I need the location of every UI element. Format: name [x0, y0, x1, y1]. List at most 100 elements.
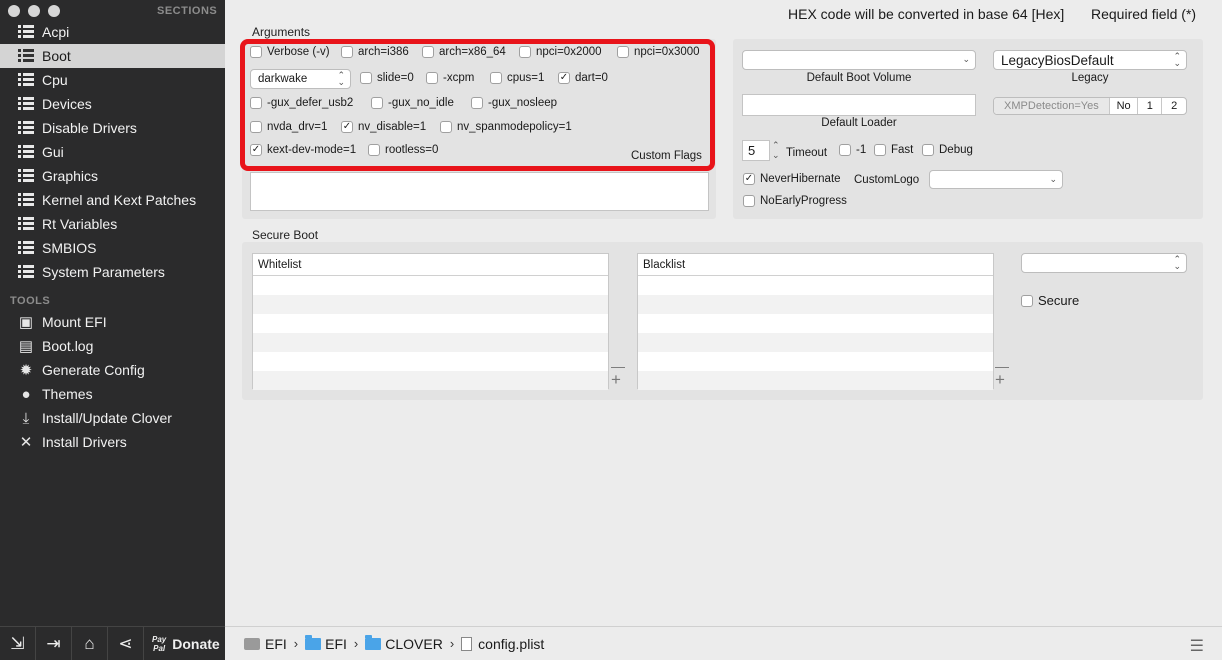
list-icon [17, 216, 35, 232]
document-icon [461, 636, 473, 651]
window-close-button[interactable] [8, 5, 20, 17]
path-separator: › [449, 636, 455, 651]
xmp-detection-label: XMPDetection=Yes [994, 98, 1110, 114]
table-row [638, 333, 993, 352]
path-separator: › [353, 636, 359, 651]
list-icon [17, 264, 35, 280]
timeout-input[interactable]: 5 [742, 140, 770, 161]
sidebar-item-label: Cpu [42, 72, 68, 88]
blacklist-header: Blacklist [638, 254, 993, 276]
gear-icon: ✹ [19, 362, 33, 379]
checkbox[interactable] [839, 144, 851, 156]
share-icon[interactable]: ⋖ [108, 626, 144, 660]
tools-icon: ✕ [19, 434, 33, 451]
tool-themes[interactable]: ● Themes [0, 382, 225, 406]
blacklist-add-button[interactable]: + [995, 371, 1005, 388]
no-early-progress-checkbox[interactable]: NoEarlyProgress [743, 195, 847, 207]
sidebar-item-boot[interactable]: Boot [0, 44, 225, 68]
checkbox[interactable] [874, 144, 886, 156]
table-row [253, 371, 608, 390]
path-item-efi-volume[interactable]: EFI [244, 636, 287, 652]
tool-label: Themes [42, 386, 93, 402]
sidebar-item-kernel-and-kext-patches[interactable]: Kernel and Kext Patches [0, 188, 225, 212]
sidebar-item-cpu[interactable]: Cpu [0, 68, 225, 92]
list-icon [17, 72, 35, 88]
xmp-detection-segmented[interactable]: XMPDetection=Yes No 1 2 [993, 97, 1187, 115]
table-row [638, 276, 993, 295]
list-icon [17, 96, 35, 112]
never-hibernate-checkbox[interactable]: ✓ NeverHibernate [743, 173, 841, 185]
timeout-minus-one[interactable]: -1 [839, 144, 866, 156]
custom-logo-select[interactable]: ⌄ [929, 170, 1063, 189]
sidebar-item-label: Graphics [42, 168, 99, 184]
sidebar-item-rt-variables[interactable]: Rt Variables [0, 212, 225, 236]
chevron-down-icon: ⌄ [962, 54, 970, 64]
fast-checkbox[interactable]: Fast [874, 144, 913, 156]
window-minimize-button[interactable] [28, 5, 40, 17]
menu-icon[interactable]: ☰ [1190, 636, 1204, 656]
blacklist-table[interactable]: Blacklist [637, 253, 994, 390]
sidebar-item-gui[interactable]: Gui [0, 140, 225, 164]
tool-boot-log[interactable]: ▤ Boot.log [0, 334, 225, 358]
updown-chevron-icon: ⌃ ⌄ [1173, 254, 1181, 271]
secure-checkbox[interactable]: Secure [1021, 293, 1079, 308]
list-icon [17, 48, 35, 64]
debug-checkbox[interactable]: Debug [922, 144, 973, 156]
timeout-label: Timeout [786, 147, 828, 159]
checkbox[interactable] [922, 144, 934, 156]
import-icon[interactable]: ⇲ [0, 626, 36, 660]
folder-icon [305, 634, 322, 650]
sidebar-item-system-parameters[interactable]: System Parameters [0, 260, 225, 284]
window-zoom-button[interactable] [48, 5, 60, 17]
list-icon [17, 240, 35, 256]
checkbox[interactable] [1021, 294, 1033, 307]
path-item-clover[interactable]: CLOVER [365, 634, 443, 652]
default-boot-volume-select[interactable]: ⌄ [742, 50, 976, 70]
home-icon[interactable]: ⌂ [72, 626, 108, 660]
path-item-config-plist[interactable]: config.plist [461, 636, 544, 652]
sidebar-item-smbios[interactable]: SMBIOS [0, 236, 225, 260]
tool-generate-config[interactable]: ✹ Generate Config [0, 358, 225, 382]
xmp-option-no[interactable]: No [1110, 98, 1139, 114]
arguments-label: Arguments [252, 25, 311, 39]
updown-chevron-icon: ⌃ ⌄ [1173, 51, 1181, 68]
tool-label: Install/Update Clover [42, 410, 172, 426]
list-icon [17, 24, 35, 40]
default-loader-input[interactable] [742, 94, 976, 116]
sidebar-item-label: Kernel and Kext Patches [42, 192, 197, 208]
table-row [638, 371, 993, 390]
tool-label: Install Drivers [42, 434, 127, 450]
table-row [253, 276, 608, 295]
path-item-efi-folder[interactable]: EFI [305, 634, 347, 652]
custom-flags-input[interactable] [250, 172, 709, 211]
checkbox[interactable] [743, 195, 755, 207]
sidebar-item-label: Rt Variables [42, 216, 118, 232]
xmp-option-2[interactable]: 2 [1162, 98, 1186, 114]
table-row [638, 295, 993, 314]
table-row [253, 295, 608, 314]
default-loader-label: Default Loader [821, 117, 897, 129]
secure-boot-policy-select[interactable]: ⌃ ⌄ [1021, 253, 1187, 273]
whitelist-table[interactable]: Whitelist [252, 253, 609, 390]
table-row [253, 314, 608, 333]
export-icon[interactable]: ⇥ [36, 626, 72, 660]
log-icon: ▤ [18, 338, 34, 355]
sidebar-item-devices[interactable]: Devices [0, 92, 225, 116]
tool-install-update-clover[interactable]: ⤓ Install/Update Clover [0, 406, 225, 430]
sidebar-item-graphics[interactable]: Graphics [0, 164, 225, 188]
donate-button[interactable]: Pay Pal Donate [152, 635, 220, 653]
sidebar-item-acpi[interactable]: Acpi [0, 20, 225, 44]
sidebar-item-label: Gui [42, 144, 64, 160]
tool-install-drivers[interactable]: ✕ Install Drivers [0, 430, 225, 454]
sidebar-item-disable-drivers[interactable]: Disable Drivers [0, 116, 225, 140]
checkbox[interactable]: ✓ [743, 173, 755, 185]
table-row [253, 333, 608, 352]
whitelist-add-button[interactable]: + [611, 371, 621, 388]
timeout-stepper[interactable]: ⌃ ⌄ [772, 140, 782, 161]
chevron-down-icon: ⌄ [1049, 174, 1057, 184]
tool-mount-efi[interactable]: ▣ Mount EFI [0, 310, 225, 334]
sidebar-item-label: Acpi [42, 24, 70, 40]
legacy-select[interactable]: LegacyBiosDefault ⌃ ⌄ [993, 50, 1187, 70]
table-row [638, 352, 993, 371]
xmp-option-1[interactable]: 1 [1138, 98, 1163, 114]
